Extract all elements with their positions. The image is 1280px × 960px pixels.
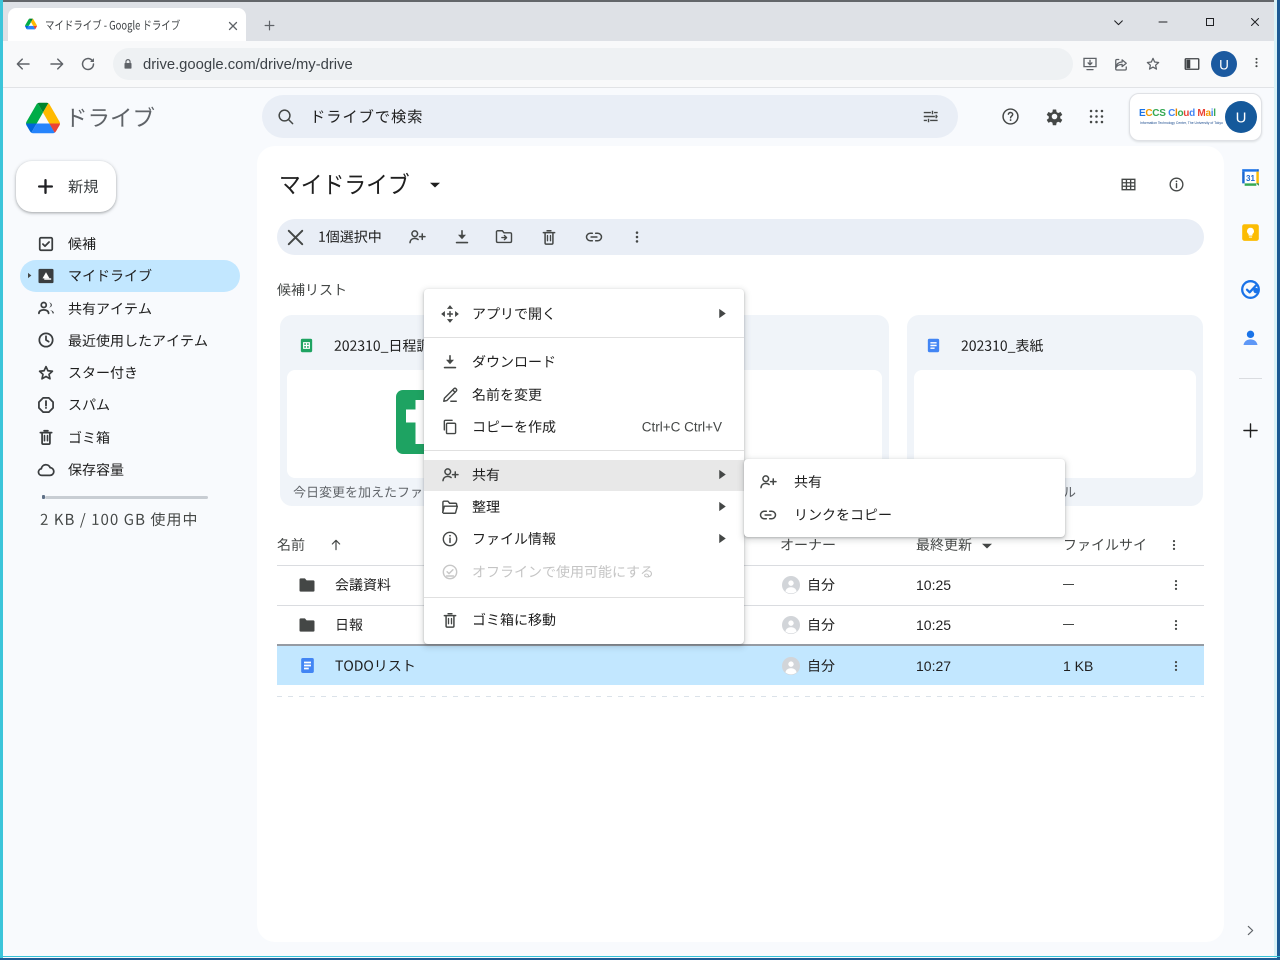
- svg-text:31: 31: [1246, 174, 1255, 183]
